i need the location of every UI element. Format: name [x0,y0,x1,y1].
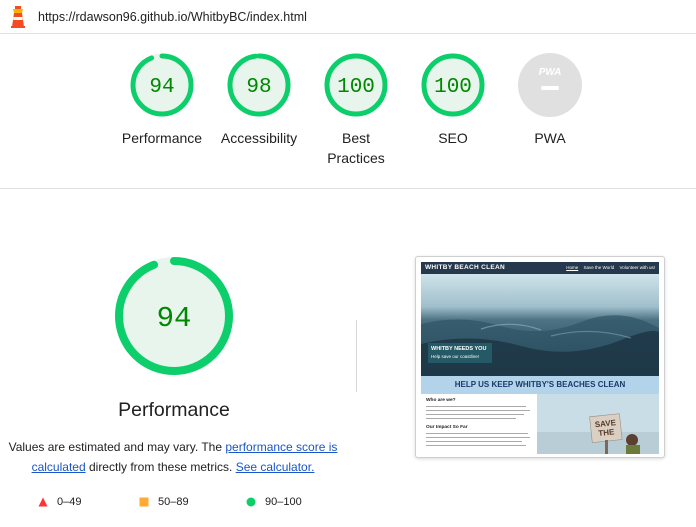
performance-large-gauge: 94 [115,257,233,375]
legend-pass: 90–100 [246,494,302,510]
gauge-seo[interactable]: 100 SEO [398,52,508,148]
site-hero-subtitle: Help save our coastline! [431,354,480,359]
accessibility-gauge-ring: 98 [227,53,291,117]
calculator-link[interactable]: See calculator. [236,460,315,474]
text-line [426,418,516,420]
gauge-best-practices[interactable]: 100 Best Practices [301,52,411,168]
vertical-divider [356,320,357,392]
text-line [426,406,526,408]
site-content-photo: SAVETHE [537,394,659,454]
performance-large-score: 94 [157,302,192,335]
pwa-badge-icon: PWA [518,53,582,117]
site-brand: WHITBY BEACH CLEAN [425,264,506,271]
text-line [426,410,530,412]
site-hero-callout: WHITBY NEEDS YOU Help save our coastline… [428,343,492,363]
site-nav-links: Home Save the World Volunteer with us! [562,265,655,270]
category-gauges: 94 Performance 98 Accessibility 100 Best… [0,52,696,182]
triangle-icon [38,497,48,507]
performance-label: Performance [121,130,203,146]
performance-gauge-ring: 94 [130,53,194,117]
accessibility-score: 98 [246,76,271,99]
performance-score: 94 [149,76,174,99]
text-line [426,441,522,443]
note-text-middle: directly from these metrics. [85,460,236,474]
metrics-note: Values are estimated and may vary. The p… [6,437,340,477]
site-nav-save: Save the World [583,264,615,270]
text-line [426,445,526,447]
seo-gauge-ring: 100 [421,53,485,117]
square-icon [139,497,149,507]
url-bar: https://rdawson96.github.io/WhitbyBC/ind… [0,0,696,34]
performance-heading: Performance [118,399,230,421]
gauge-accessibility[interactable]: 98 Accessibility [204,52,314,148]
site-section-1: Who are we? [426,398,456,403]
page-screenshot-thumbnail[interactable]: WHITBY BEACH CLEAN Home Save the World V… [415,256,665,458]
best-practices-label: Best Practices [327,130,385,166]
site-navbar: WHITBY BEACH CLEAN Home Save the World V… [421,262,659,274]
site-nav-volunteer: Volunteer with us! [619,264,655,270]
site-section-2: Our Impact So Far [426,425,468,430]
seo-score: 100 [434,76,472,99]
best-practices-gauge-ring: 100 [324,53,388,117]
gauge-pwa[interactable]: PWA PWA [495,52,605,148]
text-line [426,414,524,416]
site-banner: HELP US KEEP WHITBY'S BEACHES CLEAN [421,376,659,394]
legend-fail: 0–49 [38,494,81,510]
site-content-left: Who are we? Our Impact So Far [421,394,537,454]
legend-fail-range: 0–49 [57,496,82,508]
accessibility-label: Accessibility [220,130,298,146]
circle-icon [246,497,256,507]
text-line [426,437,530,439]
pwa-badge-text: PWA [539,67,562,78]
seo-label: SEO [438,130,468,146]
legend-average-range: 50–89 [158,496,189,508]
pwa-label: PWA [534,130,566,146]
score-legend: 0–49 50–89 90–100 [0,494,350,510]
legend-average: 50–89 [139,494,189,510]
text-line [426,433,528,435]
note-text-prefix: Values are estimated and may vary. The [8,440,226,454]
site-nav-home: Home [566,264,579,270]
save-the-sign-photo: SAVETHE [537,394,659,454]
site-hero-title: WHITBY NEEDS YOU [431,346,487,352]
lighthouse-logo-icon [11,5,25,28]
report-url[interactable]: https://rdawson96.github.io/WhitbyBC/ind… [38,10,307,24]
gauge-performance[interactable]: 94 Performance [107,52,217,148]
best-practices-score: 100 [337,76,375,99]
legend-pass-range: 90–100 [265,496,302,508]
section-divider [0,188,696,189]
